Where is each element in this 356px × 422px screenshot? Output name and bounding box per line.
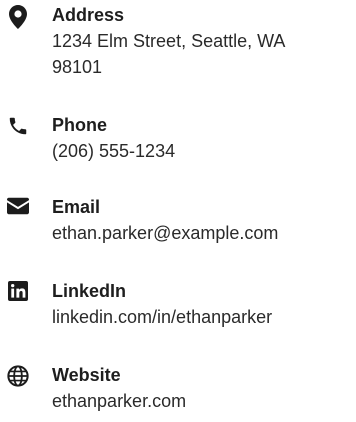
email-label: Email	[52, 197, 101, 217]
website-text: Website ethanparker.com	[52, 364, 352, 414]
linkedin-text: LinkedIn linkedin.com/in/ethanparker	[52, 280, 352, 330]
website-label: Website	[52, 365, 121, 385]
phone-icon	[6, 115, 30, 139]
address-value-line-2: 98101	[52, 57, 103, 77]
map-pin-icon	[6, 5, 30, 29]
email-value[interactable]: ethan.parker@example.com	[52, 220, 352, 246]
phone-text: Phone (206) 555-1234	[52, 114, 352, 164]
address-value-line-1: 1234 Elm Street, Seattle, WA	[52, 31, 286, 51]
address-label: Address	[52, 5, 125, 25]
linkedin-icon	[6, 281, 30, 305]
website-value[interactable]: ethanparker.com	[52, 388, 352, 414]
address-text: Address 1234 Elm Street, Seattle, WA 981…	[52, 4, 352, 80]
linkedin-value[interactable]: linkedin.com/in/ethanparker	[52, 304, 352, 330]
email-text: Email ethan.parker@example.com	[52, 196, 352, 246]
phone-value[interactable]: (206) 555-1234	[52, 138, 352, 164]
envelope-icon	[6, 197, 30, 221]
globe-icon	[6, 365, 30, 389]
linkedin-label: LinkedIn	[52, 281, 127, 301]
phone-label: Phone	[52, 115, 108, 135]
